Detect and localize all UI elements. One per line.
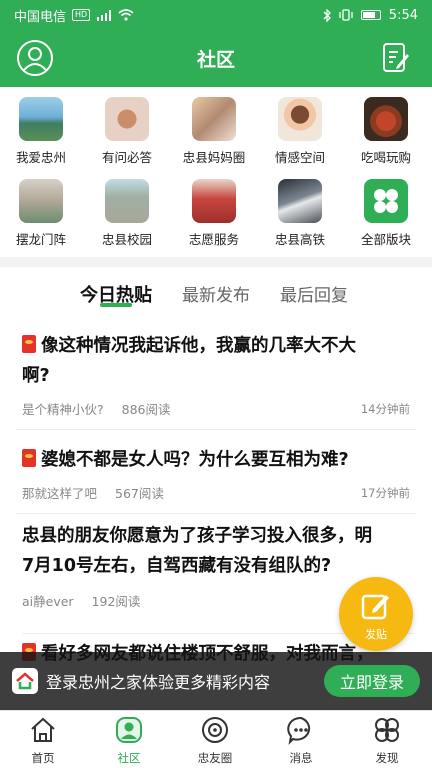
nav-label: 发现 — [375, 751, 399, 765]
login-prompt: 登录忠州之家体验更多精彩内容 — [46, 673, 271, 692]
clock: 5:54 — [388, 7, 418, 23]
edit-note-icon[interactable] — [382, 42, 410, 74]
nav-circle[interactable]: 忠友圈 — [172, 715, 258, 766]
board-item[interactable]: 忠县妈妈圈 — [174, 97, 254, 166]
home-icon — [31, 717, 55, 742]
board-thumb — [105, 179, 149, 223]
all-boards-icon — [364, 179, 408, 223]
board-label: 忠县妈妈圈 — [182, 150, 246, 165]
board-label: 我爱忠州 — [15, 150, 66, 165]
board-thumb — [364, 97, 408, 141]
post-title-line: 婆媳不都是女人吗？为什么要互相为难? — [41, 450, 349, 470]
board-thumb — [278, 97, 322, 141]
vibrate-icon — [339, 9, 353, 21]
post-title-line: 像这种情况我起诉他，我赢的几率大不大 — [41, 336, 356, 356]
nav-label: 社区 — [117, 751, 141, 765]
status-right: 5:54 — [323, 8, 418, 23]
bluetooth-icon — [323, 8, 331, 22]
post-title: 忠县的朋友你愿意为了孩子学习投入很多，明 7月10号左右，自驾西藏有没有组队的? — [22, 525, 414, 581]
fab-label: 发贴 — [365, 628, 387, 641]
board-label: 吃喝玩购 — [360, 150, 411, 165]
new-post-button[interactable]: 发贴 — [339, 577, 413, 651]
board-item[interactable]: 摆龙门阵 — [1, 179, 81, 248]
message-icon — [287, 716, 311, 745]
post-title-line: 啊? — [22, 366, 50, 386]
status-bar: 中国电信 HD 5:54 — [0, 0, 432, 30]
divider — [16, 513, 416, 514]
board-thumb — [19, 97, 63, 141]
board-item[interactable]: 志愿服务 — [174, 179, 254, 248]
board-label: 忠县校园 — [101, 232, 152, 247]
board-label: 全部版块 — [360, 232, 411, 247]
nav-home[interactable]: 首页 — [0, 715, 86, 766]
circle-icon — [202, 717, 228, 743]
post-title: 婆媳不都是女人吗？为什么要互相为难? — [22, 445, 414, 475]
board-item[interactable]: 忠县校园 — [87, 179, 167, 248]
page-title: 社区 — [196, 49, 235, 71]
wifi-icon — [118, 9, 134, 21]
board-thumb — [192, 97, 236, 141]
feed-tabs: 今日热贴 最新发布 最后回复 — [0, 267, 432, 317]
discover-icon — [375, 718, 399, 742]
post-meta: ai静ever 192阅读 — [22, 591, 140, 610]
carrier-group: 中国电信 HD — [14, 6, 323, 25]
tab-latest[interactable]: 最新发布 — [182, 281, 250, 306]
board-item[interactable]: 情感空间 — [260, 97, 340, 166]
red-envelope-icon — [22, 449, 36, 467]
nav-messages[interactable]: 消息 — [258, 715, 344, 766]
post-reads: 886阅读 — [121, 402, 171, 417]
board-thumb — [278, 179, 322, 223]
bottom-nav: 首页 社区 忠友圈 消息 发现 — [0, 710, 432, 768]
post-author: 是个精神小伙? — [22, 402, 104, 417]
section-divider — [0, 257, 432, 267]
post-title: 像这种情况我起诉他，我赢的几率大不大啊? — [22, 331, 414, 391]
login-banner: 登录忠州之家体验更多精彩内容 立即登录 — [0, 652, 432, 710]
post-title-line: 7月10号左右，自驾西藏有没有组队的? — [22, 556, 332, 576]
app-logo-icon — [12, 668, 38, 694]
board-item[interactable]: 有问必答 — [87, 97, 167, 166]
board-item[interactable]: 忠县高铁 — [260, 179, 340, 248]
signal-icon — [97, 9, 112, 21]
board-item[interactable]: 我爱忠州 — [1, 97, 81, 166]
login-button[interactable]: 立即登录 — [324, 665, 420, 697]
post-reads: 567阅读 — [115, 486, 164, 501]
tab-active-indicator — [100, 303, 132, 307]
carrier-name: 中国电信 — [14, 9, 67, 25]
board-thumb — [19, 179, 63, 223]
avatar-icon[interactable] — [17, 40, 53, 76]
edit-icon — [361, 594, 389, 620]
nav-discover[interactable]: 发现 — [344, 715, 430, 766]
divider — [16, 429, 416, 430]
post-author: ai静ever — [22, 594, 74, 609]
post-item[interactable]: 像这种情况我起诉他，我赢的几率大不大啊? 是个精神小伙? 886阅读 14分钟前 — [16, 331, 416, 431]
nav-community[interactable]: 社区 — [86, 715, 172, 766]
battery-icon — [360, 10, 381, 20]
header: 社区 — [0, 30, 432, 87]
tab-last-reply[interactable]: 最后回复 — [280, 281, 348, 306]
board-thumb — [192, 179, 236, 223]
board-item[interactable]: 吃喝玩购 — [346, 97, 426, 166]
post-time: 14分钟前 — [360, 402, 410, 416]
red-envelope-icon — [22, 335, 36, 353]
post-reads: 192阅读 — [91, 594, 141, 609]
board-label: 志愿服务 — [188, 232, 239, 247]
post-meta: 是个精神小伙? 886阅读 — [22, 399, 171, 418]
community-icon — [116, 717, 142, 743]
board-item[interactable]: 全部版块 — [346, 179, 426, 248]
board-label: 有问必答 — [101, 150, 152, 165]
board-label: 摆龙门阵 — [15, 232, 66, 247]
post-author: 那就这样了吧 — [22, 486, 98, 501]
nav-label: 忠友圈 — [197, 751, 233, 765]
post-item[interactable]: 婆媳不都是女人吗？为什么要互相为难? 那就这样了吧 567阅读 17分钟前 — [16, 445, 416, 521]
nav-label: 消息 — [289, 751, 313, 765]
post-meta: 那就这样了吧 567阅读 — [22, 483, 164, 502]
nav-label: 首页 — [31, 751, 55, 765]
post-time: 17分钟前 — [360, 486, 410, 500]
boards-grid: 我爱忠州 有问必答 忠县妈妈圈 情感空间 吃喝玩购 摆龙门阵 忠县校园 志愿服务… — [0, 87, 432, 257]
post-title-line: 忠县的朋友你愿意为了孩子学习投入很多，明 — [22, 526, 372, 546]
hd-badge: HD — [72, 9, 91, 21]
board-label: 情感空间 — [274, 150, 325, 165]
board-label: 忠县高铁 — [274, 232, 325, 247]
board-thumb — [105, 97, 149, 141]
